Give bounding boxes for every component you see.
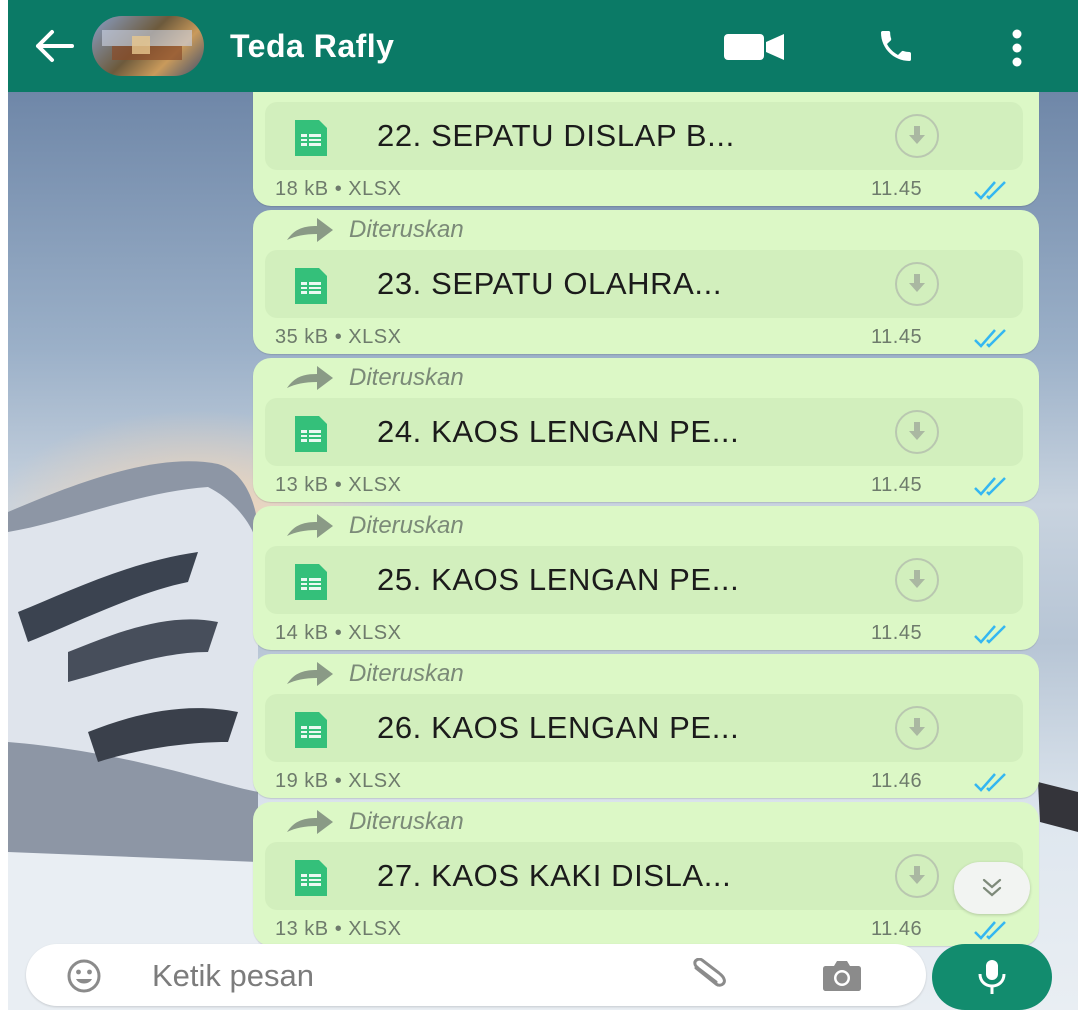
- file-attachment[interactable]: 26. KAOS LENGAN PE...: [265, 694, 1023, 762]
- message-input[interactable]: [150, 954, 654, 998]
- file-attachment[interactable]: 24. KAOS LENGAN PE...: [265, 398, 1023, 466]
- download-button[interactable]: [895, 114, 939, 158]
- file-name: 23. SEPATU OLAHRA...: [377, 266, 723, 301]
- file-meta: 13 kB • XLSX: [275, 474, 402, 496]
- scroll-to-bottom-button[interactable]: [954, 862, 1030, 914]
- forward-arrow-icon: [287, 366, 333, 390]
- download-icon: [909, 718, 925, 736]
- message-time: 11.46: [871, 770, 923, 792]
- double-check-icon: [974, 181, 1006, 200]
- video-call-icon[interactable]: [724, 32, 786, 62]
- file-meta: 18 kB • XLSX: [275, 178, 402, 200]
- file-meta: 19 kB • XLSX: [275, 770, 402, 792]
- double-check-icon: [974, 329, 1006, 348]
- message-bubble[interactable]: 22. SEPATU DISLAP B... 18 kB • XLSX 11.4…: [253, 92, 1039, 206]
- chat-header: Teda Rafly: [8, 0, 1078, 92]
- microphone-icon: [978, 960, 1006, 994]
- voice-message-button[interactable]: [932, 944, 1052, 1010]
- message-time: 11.45: [871, 622, 923, 644]
- spreadsheet-icon: [295, 120, 327, 156]
- message-bubble[interactable]: Diteruskan 25. KAOS LENGAN PE... 14 kB •…: [253, 506, 1039, 650]
- file-attachment[interactable]: 22. SEPATU DISLAP B...: [265, 102, 1023, 170]
- spreadsheet-icon: [295, 564, 327, 600]
- phone-call-icon[interactable]: [876, 26, 916, 66]
- double-check-icon: [974, 477, 1006, 496]
- file-name: 22. SEPATU DISLAP B...: [377, 118, 735, 153]
- download-button[interactable]: [895, 262, 939, 306]
- emoji-icon[interactable]: [66, 958, 102, 994]
- file-attachment[interactable]: 27. KAOS KAKI DISLA...: [265, 842, 1023, 910]
- more-options-icon[interactable]: [1010, 28, 1024, 68]
- spreadsheet-icon: [295, 860, 327, 896]
- spreadsheet-icon: [295, 712, 327, 748]
- file-meta: 13 kB • XLSX: [275, 918, 402, 940]
- message-bubble[interactable]: Diteruskan 26. KAOS LENGAN PE... 19 kB •…: [253, 654, 1039, 798]
- message-list[interactable]: 22. SEPATU DISLAP B... 18 kB • XLSX 11.4…: [253, 92, 1039, 950]
- spreadsheet-icon: [295, 268, 327, 304]
- file-attachment[interactable]: 23. SEPATU OLAHRA...: [265, 250, 1023, 318]
- download-icon: [909, 866, 925, 884]
- download-button[interactable]: [895, 410, 939, 454]
- message-composer: [26, 944, 926, 1006]
- contact-avatar[interactable]: [92, 16, 204, 76]
- contact-name[interactable]: Teda Rafly: [230, 28, 394, 65]
- forward-arrow-icon: [287, 218, 333, 242]
- message-bubble[interactable]: Diteruskan 27. KAOS KAKI DISLA... 13 kB …: [253, 802, 1039, 946]
- download-icon: [909, 422, 925, 440]
- double-check-icon: [974, 773, 1006, 792]
- back-arrow-icon[interactable]: [32, 26, 76, 66]
- message-time: 11.45: [871, 326, 923, 348]
- message-bubble[interactable]: Diteruskan 24. KAOS LENGAN PE... 13 kB •…: [253, 358, 1039, 502]
- message-time: 11.46: [871, 918, 923, 940]
- file-attachment[interactable]: 25. KAOS LENGAN PE...: [265, 546, 1023, 614]
- download-icon: [909, 570, 925, 588]
- download-icon: [909, 274, 925, 292]
- download-button[interactable]: [895, 706, 939, 750]
- message-time: 11.45: [871, 474, 923, 496]
- download-button[interactable]: [895, 558, 939, 602]
- download-button[interactable]: [895, 854, 939, 898]
- file-name: 26. KAOS LENGAN PE...: [377, 710, 740, 745]
- forward-arrow-icon: [287, 514, 333, 538]
- forward-arrow-icon: [287, 810, 333, 834]
- double-chevron-down-icon: [982, 878, 1002, 897]
- message-time: 11.45: [871, 178, 923, 200]
- spreadsheet-icon: [295, 416, 327, 452]
- file-meta: 35 kB • XLSX: [275, 326, 402, 348]
- chat-screen: Teda Rafly 22. SEPATU DISLAP B... 18 kB …: [8, 0, 1078, 1010]
- camera-icon[interactable]: [822, 958, 862, 992]
- file-name: 24. KAOS LENGAN PE...: [377, 414, 740, 449]
- double-check-icon: [974, 625, 1006, 644]
- paperclip-icon[interactable]: [690, 958, 730, 992]
- forward-arrow-icon: [287, 662, 333, 686]
- download-icon: [909, 126, 925, 144]
- file-name: 25. KAOS LENGAN PE...: [377, 562, 740, 597]
- file-name: 27. KAOS KAKI DISLA...: [377, 858, 732, 893]
- double-check-icon: [974, 921, 1006, 940]
- message-bubble[interactable]: Diteruskan 23. SEPATU OLAHRA... 35 kB • …: [253, 210, 1039, 354]
- file-meta: 14 kB • XLSX: [275, 622, 402, 644]
